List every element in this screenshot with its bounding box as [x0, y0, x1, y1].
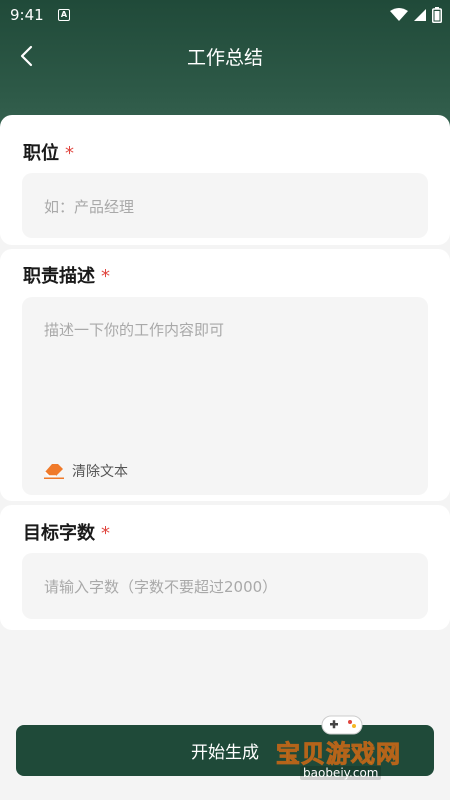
position-card: 职位 * 如：产品经理: [0, 115, 450, 245]
wordcount-label: 目标字数 *: [23, 523, 110, 544]
clear-text-label: 清除文本: [72, 464, 128, 480]
required-mark: *: [101, 523, 110, 544]
position-input[interactable]: 如：产品经理: [22, 173, 428, 238]
wordcount-placeholder: 请输入字数（字数不要超过2000）: [44, 578, 278, 596]
duties-card: 职责描述 * 描述一下你的工作内容即可 清除文本: [0, 249, 450, 501]
status-icons: [390, 7, 442, 23]
wordcount-input[interactable]: 请输入字数（字数不要超过2000）: [22, 553, 428, 619]
watermark-url: baobeiy.com: [300, 766, 382, 780]
duties-placeholder: 描述一下你的工作内容即可: [44, 321, 225, 339]
watermark-logo: 宝贝游戏网 baobeiy.com: [272, 712, 422, 784]
status-bar: 9:41 A: [0, 0, 450, 32]
wifi-icon: [390, 8, 408, 21]
required-mark: *: [65, 143, 74, 164]
duties-textarea[interactable]: 描述一下你的工作内容即可 清除文本: [22, 297, 428, 495]
position-placeholder: 如：产品经理: [44, 198, 135, 216]
signal-icon: [414, 9, 426, 21]
page-title: 工作总结: [186, 47, 263, 69]
required-mark: *: [101, 266, 110, 287]
position-label: 职位 *: [23, 143, 74, 164]
start-generate-label: 开始生成: [191, 743, 259, 763]
clear-text-button[interactable]: 清除文本: [44, 461, 128, 481]
status-time: 9:41: [10, 6, 44, 24]
notification-icon: A: [58, 9, 70, 21]
watermark-text: 宝贝游戏网: [276, 740, 401, 769]
eraser-icon: [44, 464, 64, 479]
wordcount-card: 目标字数 * 请输入字数（字数不要超过2000）: [0, 505, 450, 630]
battery-icon: [432, 7, 442, 23]
duties-label: 职责描述 *: [23, 266, 110, 287]
